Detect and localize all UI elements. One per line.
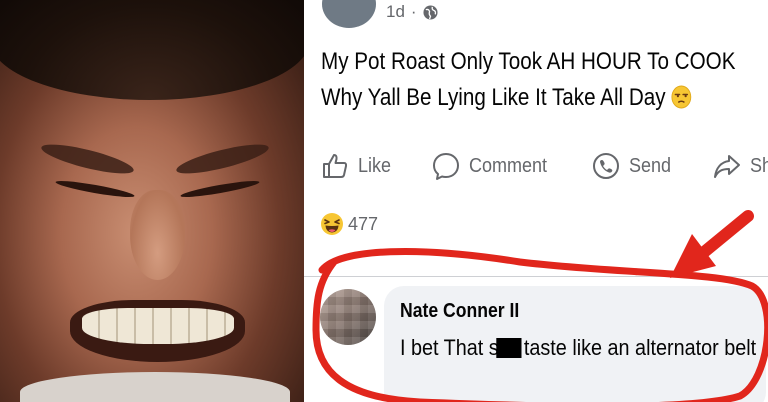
- photo-hair: [0, 0, 304, 100]
- thumbs-up-icon: [323, 154, 348, 178]
- laughing-emoji-icon: [321, 213, 343, 235]
- photo-right-eye: [179, 178, 261, 200]
- commenter-avatar[interactable]: [320, 289, 376, 345]
- unamused-face-emoji: [671, 85, 692, 109]
- commenter-name[interactable]: Nate Conner II: [400, 300, 708, 323]
- photo-teeth: [82, 308, 234, 344]
- comment-text-before: I bet That s: [400, 335, 499, 360]
- post-meta: 1d ·: [386, 2, 438, 22]
- reaction-count: 477: [348, 213, 379, 234]
- post-text-line1: My Pot Roast Only Took AH HOUR To COOK: [321, 48, 736, 75]
- share-button[interactable]: Share: [712, 151, 768, 181]
- reaction-photo: [0, 0, 304, 402]
- post-meta-separator: ·: [410, 2, 417, 21]
- comment-bubble-icon: [432, 153, 459, 180]
- post-action-bar: Like Comment Send Share: [320, 144, 768, 188]
- photo-collar: [20, 372, 290, 402]
- post-text-line2: Why Yall Be Lying Like It Take All Day: [321, 84, 666, 111]
- share-label: Share: [750, 154, 768, 177]
- comment-button[interactable]: Comment: [431, 151, 556, 181]
- censor-bar: [495, 338, 522, 358]
- photo-left-eye: [54, 178, 136, 200]
- send-label: Send: [629, 154, 672, 177]
- send-button[interactable]: Send: [591, 151, 676, 181]
- post-timestamp[interactable]: 1d: [386, 2, 405, 22]
- comments-divider: [304, 276, 768, 277]
- photo-nose: [130, 190, 185, 280]
- like-label: Like: [358, 154, 392, 177]
- comment-label: Comment: [468, 154, 547, 177]
- share-arrow-icon: [714, 155, 741, 178]
- post-body: My Pot Roast Only Took AH HOUR To COOK W…: [321, 44, 768, 116]
- poster-avatar[interactable]: [322, 0, 376, 28]
- photo-right-brow: [174, 138, 271, 180]
- comment-bubble: Nate Conner II I bet That s taste like an…: [384, 286, 766, 402]
- globe-icon: [423, 4, 438, 20]
- post-text-line2-wrap: Why Yall Be Lying Like It Take All Day: [321, 80, 768, 116]
- like-button[interactable]: Like: [320, 151, 395, 181]
- messenger-icon: [593, 153, 620, 179]
- facebook-post: 1d · My Pot Roast Only Took AH HOUR To C…: [304, 0, 768, 402]
- comment-text-after: taste like an alternator belt: [523, 335, 757, 360]
- photo-left-brow: [39, 138, 136, 180]
- reaction-summary[interactable]: 477: [320, 212, 378, 236]
- comment-text: I bet That s taste like an alternator bel…: [400, 331, 760, 365]
